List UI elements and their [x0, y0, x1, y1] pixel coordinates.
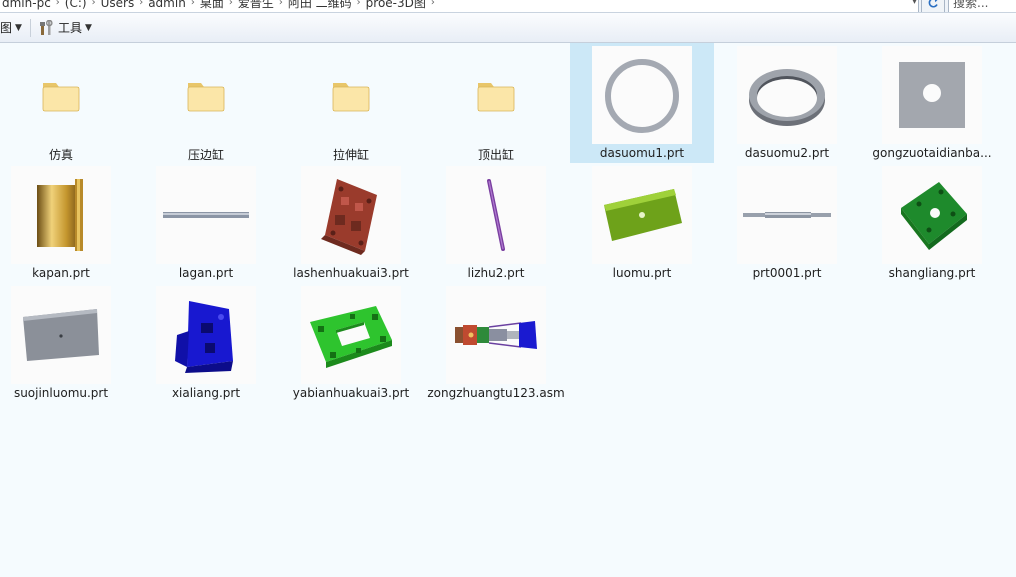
item-name: lagan.prt	[178, 266, 234, 280]
view-menu-button[interactable]: 图 ▼	[0, 17, 26, 39]
item-name: 拉伸缸	[332, 148, 369, 162]
rod-part-thumbnail	[156, 166, 256, 264]
chevron-right-icon[interactable]: ›	[431, 0, 435, 8]
folder-icon	[446, 46, 546, 144]
item-name: yabianhuakuai3.prt	[292, 386, 410, 400]
folder-icon	[156, 46, 256, 144]
item-name: dasuomu1.prt	[599, 146, 685, 160]
item-name: lizhu2.prt	[467, 266, 525, 280]
item-name: shangliang.prt	[888, 266, 976, 280]
breadcrumb-item[interactable]: Users	[101, 0, 135, 10]
folder-item[interactable]: 仿真	[0, 43, 133, 163]
address-bar[interactable]: dmin-pc › (C:) › Users › admin › 桌面 › 爱普生 › 阿田…	[0, 0, 919, 12]
breadcrumb-item[interactable]: 桌面	[200, 0, 224, 11]
tools-menu-label: 工具	[57, 21, 82, 35]
item-name: zongzhuangtu123.asm	[427, 386, 565, 400]
folder-item[interactable]: 压边缸	[134, 43, 278, 163]
plate-part-thumbnail	[882, 46, 982, 144]
item-name: xialiang.prt	[171, 386, 241, 400]
blank-holder-slider-thumbnail	[301, 286, 401, 384]
item-name: dasuomu2.prt	[744, 146, 830, 160]
lock-nut-thumbnail	[11, 286, 111, 384]
tools-menu-button[interactable]: 工具 ▼	[35, 17, 96, 39]
lower-beam-thumbnail	[156, 286, 256, 384]
shaft-part-thumbnail	[737, 166, 837, 264]
chevron-down-icon: ▼	[84, 22, 92, 33]
file-item[interactable]: xialiang.prt	[134, 283, 278, 403]
file-item[interactable]: zongzhuangtu123.asm	[424, 283, 568, 403]
chevron-right-icon[interactable]: ›	[92, 0, 96, 8]
upper-beam-thumbnail	[882, 166, 982, 264]
file-item[interactable]: kapan.prt	[0, 163, 133, 283]
chevron-down-icon: ▼	[15, 22, 22, 33]
item-name: 顶出缸	[477, 148, 514, 162]
ring-part-thumbnail	[592, 46, 692, 144]
chevron-right-icon[interactable]: ›	[191, 0, 195, 8]
file-grid: 仿真 压边缸 拉伸缸 顶出缸 dasuomu1.prt dasuomu2.prt…	[0, 43, 1016, 577]
address-bar-row: dmin-pc › (C:) › Users › admin › 桌面 › 爱普生 › 阿田…	[0, 0, 1016, 13]
breadcrumb-item[interactable]: 爱普生	[238, 0, 274, 11]
item-name: 仿真	[48, 148, 73, 162]
chevron-right-icon[interactable]: ›	[357, 0, 361, 8]
breadcrumb-item[interactable]: 阿田 二维码	[288, 0, 352, 11]
search-placeholder: 搜索...	[953, 0, 989, 10]
file-item[interactable]: luomu.prt	[570, 163, 714, 283]
breadcrumb-item[interactable]: admin	[148, 0, 186, 10]
item-name: luomu.prt	[612, 266, 672, 280]
refresh-icon	[928, 0, 938, 8]
breadcrumb-item[interactable]: proe-3D图	[366, 0, 426, 11]
file-item[interactable]: prt0001.prt	[715, 163, 859, 283]
file-item[interactable]: shangliang.prt	[860, 163, 1004, 283]
file-item[interactable]: dasuomu2.prt	[715, 43, 859, 163]
assembly-thumbnail	[446, 286, 546, 384]
chevron-right-icon[interactable]: ›	[229, 0, 233, 8]
chevron-right-icon[interactable]: ›	[279, 0, 283, 8]
chevron-right-icon[interactable]: ›	[56, 0, 60, 8]
toolbar: 图 ▼ 工具 ▼	[0, 13, 1016, 43]
file-item[interactable]: dasuomu1.prt	[570, 43, 714, 163]
column-part-thumbnail	[446, 166, 546, 264]
file-item[interactable]: lizhu2.prt	[424, 163, 568, 283]
folder-icon	[301, 46, 401, 144]
bushing-part-thumbnail	[11, 166, 111, 264]
breadcrumb-item[interactable]: (C:)	[65, 0, 87, 10]
item-name: suojinluomu.prt	[13, 386, 109, 400]
file-item[interactable]: yabianhuakuai3.prt	[279, 283, 423, 403]
search-input[interactable]: 搜索...	[948, 0, 1016, 12]
file-item[interactable]: suojinluomu.prt	[0, 283, 133, 403]
folder-item[interactable]: 顶出缸	[424, 43, 568, 163]
item-name: kapan.prt	[32, 266, 90, 280]
file-item[interactable]: gongzuotaidianba...	[860, 43, 1004, 163]
item-name: 压边缸	[187, 148, 224, 162]
folder-icon	[11, 46, 111, 144]
tools-icon	[39, 19, 53, 35]
item-name: gongzuotaidianba...	[872, 146, 992, 160]
chevron-right-icon[interactable]: ›	[139, 0, 143, 8]
item-name: lashenhuakuai3.prt	[293, 266, 409, 280]
item-name: prt0001.prt	[752, 266, 822, 280]
refresh-button[interactable]	[921, 0, 945, 12]
toolbar-divider	[29, 18, 31, 37]
slider-block-thumbnail	[301, 166, 401, 264]
view-menu-label: 图	[0, 21, 13, 35]
breadcrumb-item[interactable]: dmin-pc	[2, 0, 51, 10]
nut-plate-thumbnail	[592, 166, 692, 264]
file-item[interactable]: lagan.prt	[134, 163, 278, 283]
ring-part-thumbnail	[737, 46, 837, 144]
file-item[interactable]: lashenhuakuai3.prt	[279, 163, 423, 283]
folder-item[interactable]: 拉伸缸	[279, 43, 423, 163]
